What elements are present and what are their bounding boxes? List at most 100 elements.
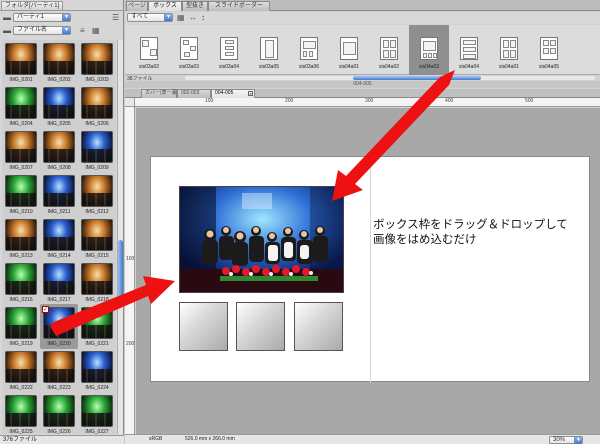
caption-line: ボックス枠をドラッグ＆ドロップして bbox=[373, 219, 568, 231]
folder-select[interactable]: パーティ1 ▼ bbox=[13, 13, 71, 22]
thumbnail-image[interactable] bbox=[81, 219, 113, 251]
thumbnail-image[interactable] bbox=[81, 87, 113, 119]
thumbnail-item[interactable]: IMG_0213 bbox=[2, 216, 40, 261]
thumbnail-image[interactable] bbox=[5, 395, 37, 427]
thumbnail-image[interactable] bbox=[81, 263, 113, 295]
box-template-item[interactable]: sis04a05 bbox=[529, 25, 569, 75]
thumbnail-item[interactable]: IMG_0221 bbox=[78, 304, 116, 349]
box-template-item[interactable]: sis04a02 bbox=[369, 25, 409, 75]
horizontal-layout-icon[interactable]: ↔ bbox=[189, 14, 197, 22]
thumbnail-item[interactable]: IMG_0215 bbox=[78, 216, 116, 261]
ruler-label: 400 bbox=[445, 98, 454, 104]
thumbnail-image[interactable] bbox=[43, 395, 75, 427]
tab-spread-004-005[interactable]: 004-005 × bbox=[211, 89, 255, 98]
thumbnail-image[interactable] bbox=[81, 395, 113, 427]
thumbnail-image[interactable] bbox=[43, 351, 75, 383]
thumbnail-item[interactable]: IMG_0209 bbox=[78, 128, 116, 173]
photo-browser-panel: フォルダ[パーティ1] ▬ パーティ1 ▼ ☰ ▬ ファイル名 ▼ ≡ ▦ IM… bbox=[0, 0, 124, 444]
close-icon[interactable]: × bbox=[248, 91, 253, 96]
thumbnail-image[interactable] bbox=[81, 175, 113, 207]
thumbnail-item[interactable]: IMG_0210 bbox=[2, 172, 40, 217]
thumbnail-image[interactable] bbox=[81, 351, 113, 383]
thumbnail-item[interactable]: IMG_0214 bbox=[40, 216, 78, 261]
scroll-thumb[interactable] bbox=[118, 240, 123, 300]
thumbnail-item[interactable]: IMG_0206 bbox=[78, 84, 116, 129]
thumbnail-scrollbar[interactable] bbox=[117, 40, 123, 434]
box-template-item[interactable]: sis03a06 bbox=[289, 25, 329, 75]
thumbnail-item[interactable]: IMG_0205 bbox=[40, 84, 78, 129]
sort-select[interactable]: ファイル名 ▼ bbox=[13, 26, 71, 35]
spread-page[interactable]: ボックス枠をドラッグ＆ドロップして 画像をはめ込むだけ bbox=[150, 156, 590, 383]
thumbnail-item[interactable]: IMG_0208 bbox=[40, 128, 78, 173]
thumbnail-item[interactable]: IMG_0202 bbox=[40, 40, 78, 85]
filter-select[interactable]: すべて ▼ bbox=[127, 13, 173, 22]
thumbnail-image[interactable] bbox=[5, 263, 37, 295]
thumbnail-item[interactable]: IMG_0219 bbox=[2, 304, 40, 349]
box-template-item[interactable]: sis03a04 bbox=[209, 25, 249, 75]
tab-spread-002-003[interactable]: 002-003 bbox=[177, 89, 211, 98]
thumbnail-image[interactable] bbox=[5, 131, 37, 163]
filter-select-value: すべて bbox=[131, 14, 149, 20]
thumbnail-image[interactable] bbox=[43, 87, 75, 119]
box-template-item[interactable]: sis03a05 bbox=[249, 25, 289, 75]
thumbnail-image[interactable] bbox=[5, 307, 37, 339]
thumbnail-crowd bbox=[82, 280, 112, 294]
placed-photo-box[interactable] bbox=[179, 186, 344, 293]
thumbnail-image[interactable] bbox=[43, 263, 75, 295]
thumbnail-image[interactable] bbox=[43, 131, 75, 163]
library-scroll-thumb[interactable] bbox=[353, 76, 481, 80]
thumbnail-image[interactable] bbox=[5, 175, 37, 207]
thumbnail-crowd bbox=[44, 236, 74, 250]
thumbnail-image[interactable] bbox=[5, 87, 37, 119]
box-template-item[interactable]: sis03a03 bbox=[169, 25, 209, 75]
tab-cutout[interactable]: 型抜き bbox=[182, 1, 208, 11]
empty-photo-box[interactable] bbox=[236, 302, 285, 351]
thumbnail-item[interactable]: IMG_0216 bbox=[2, 260, 40, 305]
grid-view-icon[interactable]: ▦ bbox=[92, 27, 100, 35]
thumbnail-item[interactable]: ✓ IMG_0220 bbox=[40, 304, 78, 349]
tab-box[interactable]: ボックス bbox=[148, 1, 182, 11]
empty-photo-box[interactable] bbox=[294, 302, 343, 351]
menu-icon[interactable]: ☰ bbox=[112, 14, 119, 22]
thumbnail-image[interactable] bbox=[43, 43, 75, 75]
thumbnail-item[interactable]: IMG_0218 bbox=[78, 260, 116, 305]
tab-cover[interactable]: カバー(表ー裏) bbox=[141, 89, 178, 98]
thumbnail-item[interactable]: IMG_0204 bbox=[2, 84, 40, 129]
thumbnail-image[interactable] bbox=[5, 351, 37, 383]
thumbnail-crowd bbox=[6, 192, 36, 206]
box-template-item[interactable]: sis04a04 bbox=[449, 25, 489, 75]
thumbnail-item[interactable]: IMG_0201 bbox=[2, 40, 40, 85]
thumbnail-item[interactable]: IMG_0212 bbox=[78, 172, 116, 217]
tab-page[interactable]: ページ bbox=[126, 1, 148, 11]
thumbnail-item[interactable]: IMG_0223 bbox=[40, 348, 78, 393]
vertical-layout-icon[interactable]: ↕ bbox=[201, 14, 205, 22]
thumbnail-item[interactable]: IMG_0225 bbox=[2, 392, 40, 434]
thumbnail-image[interactable] bbox=[81, 43, 113, 75]
box-template-item[interactable]: sis04a01 bbox=[489, 25, 529, 75]
thumbnail-image[interactable] bbox=[5, 219, 37, 251]
thumbnail-item[interactable]: IMG_0224 bbox=[78, 348, 116, 393]
thumbnail-image[interactable] bbox=[43, 175, 75, 207]
thumbnail-image[interactable] bbox=[81, 307, 113, 339]
thumbnail-image[interactable] bbox=[81, 131, 113, 163]
thumbnail-item[interactable]: IMG_0227 bbox=[78, 392, 116, 434]
thumbnail-item[interactable]: IMG_0226 bbox=[40, 392, 78, 434]
box-template-item[interactable]: sis04a03 bbox=[409, 25, 449, 75]
spread-canvas[interactable]: ボックス枠をドラッグ＆ドロップして 画像をはめ込むだけ bbox=[136, 108, 600, 434]
tab-slide-border[interactable]: スライドボーダー bbox=[208, 1, 270, 11]
thumbnail-item[interactable]: IMG_0211 bbox=[40, 172, 78, 217]
thumbnail-label: IMG_0212 bbox=[85, 209, 109, 215]
empty-photo-box[interactable] bbox=[179, 302, 228, 351]
thumbnail-image[interactable] bbox=[5, 43, 37, 75]
thumbnail-item[interactable]: IMG_0217 bbox=[40, 260, 78, 305]
thumbnail-image[interactable] bbox=[43, 219, 75, 251]
grid-view-icon[interactable]: ▦ bbox=[177, 14, 185, 22]
box-template-label: sis04a01 bbox=[498, 64, 519, 70]
thumbnail-item[interactable]: IMG_0203 bbox=[78, 40, 116, 85]
box-template-item[interactable]: sis03a02 bbox=[129, 25, 169, 75]
thumbnail-item[interactable]: IMG_0207 bbox=[2, 128, 40, 173]
list-view-icon[interactable]: ≡ bbox=[80, 27, 85, 35]
zoom-select[interactable]: 30% ▼ bbox=[549, 436, 583, 444]
box-template-item[interactable]: sis04a01 bbox=[329, 25, 369, 75]
thumbnail-item[interactable]: IMG_0222 bbox=[2, 348, 40, 393]
